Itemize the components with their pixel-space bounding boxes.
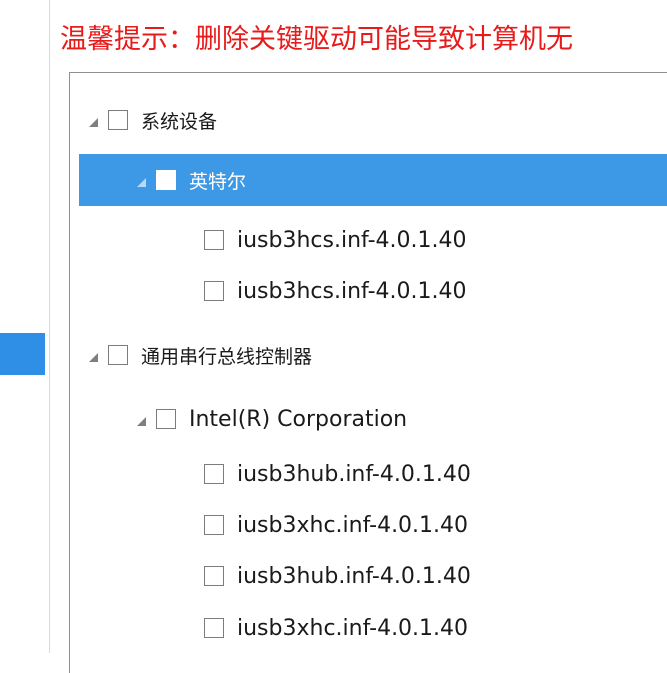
checkbox[interactable] bbox=[204, 566, 224, 586]
checkbox[interactable] bbox=[156, 170, 176, 190]
left-side-panel bbox=[0, 0, 50, 653]
tree-node-driver[interactable]: iusb3hub.inf-4.0.1.40 bbox=[79, 550, 667, 602]
checkbox[interactable] bbox=[204, 515, 224, 535]
expand-triangle-icon[interactable] bbox=[89, 352, 98, 362]
checkbox[interactable] bbox=[204, 618, 224, 638]
tree-node-label: iusb3hcs.inf-4.0.1.40 bbox=[237, 278, 467, 304]
tree-node-label: Intel(R) Corporation bbox=[189, 406, 408, 432]
tree-node-intel-corporation[interactable]: Intel(R) Corporation bbox=[79, 393, 667, 445]
driver-tree: 系统设备 英特尔 iusb3hcs.inf-4.0.1.40 iusb3hcs.… bbox=[69, 72, 667, 673]
side-panel-selection-marker[interactable] bbox=[0, 333, 45, 375]
tree-node-system-devices[interactable]: 系统设备 bbox=[79, 94, 667, 146]
tree-node-driver[interactable]: iusb3hub.inf-4.0.1.40 bbox=[79, 448, 667, 500]
checkbox[interactable] bbox=[204, 281, 224, 301]
tree-node-label: 系统设备 bbox=[141, 110, 218, 133]
tree-node-label: iusb3hcs.inf-4.0.1.40 bbox=[237, 227, 467, 253]
tree-node-label: 通用串行总线控制器 bbox=[141, 345, 313, 368]
tree-node-label: iusb3xhc.inf-4.0.1.40 bbox=[237, 615, 469, 641]
warning-message: 温馨提示：删除关键驱动可能导致计算机无 bbox=[60, 24, 573, 55]
expand-triangle-icon[interactable] bbox=[137, 416, 146, 426]
checkbox[interactable] bbox=[108, 110, 128, 130]
expand-triangle-icon[interactable] bbox=[137, 177, 146, 187]
tree-node-usb-controllers[interactable]: 通用串行总线控制器 bbox=[79, 329, 667, 381]
checkbox[interactable] bbox=[108, 345, 128, 365]
expand-triangle-icon[interactable] bbox=[89, 117, 98, 127]
tree-node-driver[interactable]: iusb3xhc.inf-4.0.1.40 bbox=[79, 602, 667, 654]
tree-node-label: 英特尔 bbox=[189, 170, 247, 193]
tree-node-driver[interactable]: iusb3hcs.inf-4.0.1.40 bbox=[79, 265, 667, 317]
tree-node-label: iusb3xhc.inf-4.0.1.40 bbox=[237, 512, 469, 538]
tree-node-intel-cn[interactable]: 英特尔 bbox=[79, 154, 667, 206]
checkbox[interactable] bbox=[204, 230, 224, 250]
checkbox[interactable] bbox=[156, 409, 176, 429]
tree-node-driver[interactable]: iusb3hcs.inf-4.0.1.40 bbox=[79, 214, 667, 266]
tree-node-label: iusb3hub.inf-4.0.1.40 bbox=[237, 461, 471, 487]
checkbox[interactable] bbox=[204, 464, 224, 484]
tree-node-label: iusb3hub.inf-4.0.1.40 bbox=[237, 563, 471, 589]
tree-node-driver[interactable]: iusb3xhc.inf-4.0.1.40 bbox=[79, 499, 667, 551]
